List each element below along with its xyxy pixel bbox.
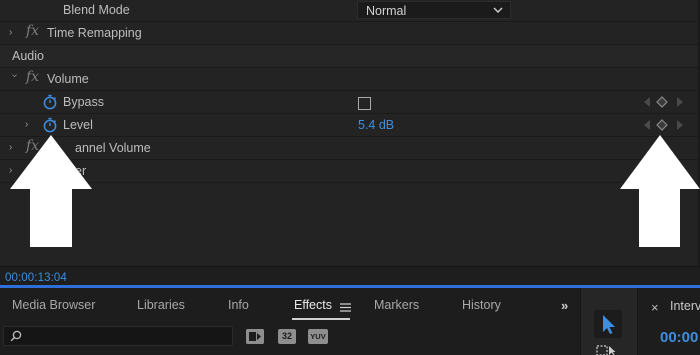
- active-tab-underline: [292, 318, 350, 320]
- stopwatch-icon[interactable]: [42, 94, 58, 110]
- tools-panel: [580, 288, 638, 355]
- 32-bit-filter-icon[interactable]: 32: [278, 329, 296, 344]
- selection-tool-button[interactable]: [594, 310, 622, 338]
- keyframe-prev-icon[interactable]: [643, 96, 651, 108]
- keyframe-add-icon[interactable]: [656, 119, 668, 131]
- expand-chevron-icon[interactable]: ›: [9, 27, 19, 39]
- keyframe-add-icon[interactable]: [656, 96, 668, 108]
- channel-volume-row[interactable]: › fx annel Volume: [0, 137, 700, 160]
- tab-info[interactable]: Info: [228, 298, 249, 312]
- time-remapping-label: Time Remapping: [47, 26, 142, 40]
- tab-effects[interactable]: Effects: [294, 298, 332, 312]
- effects-search-input[interactable]: [3, 326, 233, 346]
- effect-controls-panel: Blend Mode Normal › fx Time Remapping Au…: [0, 0, 700, 266]
- close-icon[interactable]: ×: [651, 300, 659, 315]
- chevron-down-icon: [493, 7, 503, 13]
- keyframe-next-icon[interactable]: [676, 119, 684, 131]
- yuv-filter-icon[interactable]: YUV: [308, 329, 328, 344]
- collapse-chevron-icon[interactable]: ›: [8, 74, 20, 84]
- selection-tool-icon: [603, 315, 615, 334]
- search-icon: [10, 330, 22, 342]
- audio-section-label: Audio: [12, 49, 44, 63]
- blend-mode-label: Blend Mode: [63, 3, 130, 17]
- level-value[interactable]: 5.4 dB: [358, 118, 394, 132]
- panner-row[interactable]: › er: [0, 160, 700, 183]
- volume-row[interactable]: › fx Volume: [0, 68, 700, 91]
- level-row: › Level 5.4 dB: [0, 114, 700, 137]
- stopwatch-icon[interactable]: [42, 117, 58, 133]
- bypass-label: Bypass: [63, 95, 104, 109]
- volume-label: Volume: [47, 72, 89, 86]
- tab-markers[interactable]: Markers: [374, 298, 419, 312]
- blend-mode-value: Normal: [366, 4, 407, 18]
- blend-mode-row: Blend Mode Normal: [0, 0, 700, 22]
- bypass-row: Bypass: [0, 91, 700, 114]
- current-timecode[interactable]: 00:00:13:04: [5, 272, 67, 284]
- panel-menu-icon[interactable]: [340, 303, 351, 312]
- tab-libraries[interactable]: Libraries: [137, 298, 185, 312]
- accelerated-effects-icon: [246, 329, 264, 344]
- fx-icon[interactable]: fx: [26, 23, 39, 39]
- tab-media-browser[interactable]: Media Browser: [12, 298, 95, 312]
- keyframe-next-icon[interactable]: [676, 96, 684, 108]
- tabs-overflow-button[interactable]: »: [561, 298, 568, 313]
- tab-history[interactable]: History: [462, 298, 501, 312]
- time-remapping-row[interactable]: › fx Time Remapping: [0, 22, 700, 45]
- annotation-arrow-left-icon: [10, 135, 92, 247]
- keyframe-prev-icon[interactable]: [643, 119, 651, 131]
- accelerated-effects-filter-icon[interactable]: [246, 329, 264, 344]
- timeline-timecode[interactable]: 00:00: [660, 329, 698, 346]
- bypass-checkbox[interactable]: [358, 97, 371, 110]
- blend-mode-dropdown[interactable]: Normal: [357, 1, 511, 19]
- level-label: Level: [63, 118, 93, 132]
- audio-section-header: Audio: [0, 45, 700, 68]
- track-select-icon[interactable]: [595, 344, 621, 355]
- timeline-tab-title[interactable]: Interv: [670, 299, 700, 313]
- fx-icon[interactable]: fx: [26, 69, 39, 85]
- effects-panel-group: Media Browser Libraries Info Effects Mar…: [0, 288, 580, 355]
- timeline-panel: × Interv 00:00: [639, 288, 700, 355]
- annotation-arrow-right-icon: [620, 135, 700, 247]
- expand-chevron-icon[interactable]: ›: [25, 119, 35, 131]
